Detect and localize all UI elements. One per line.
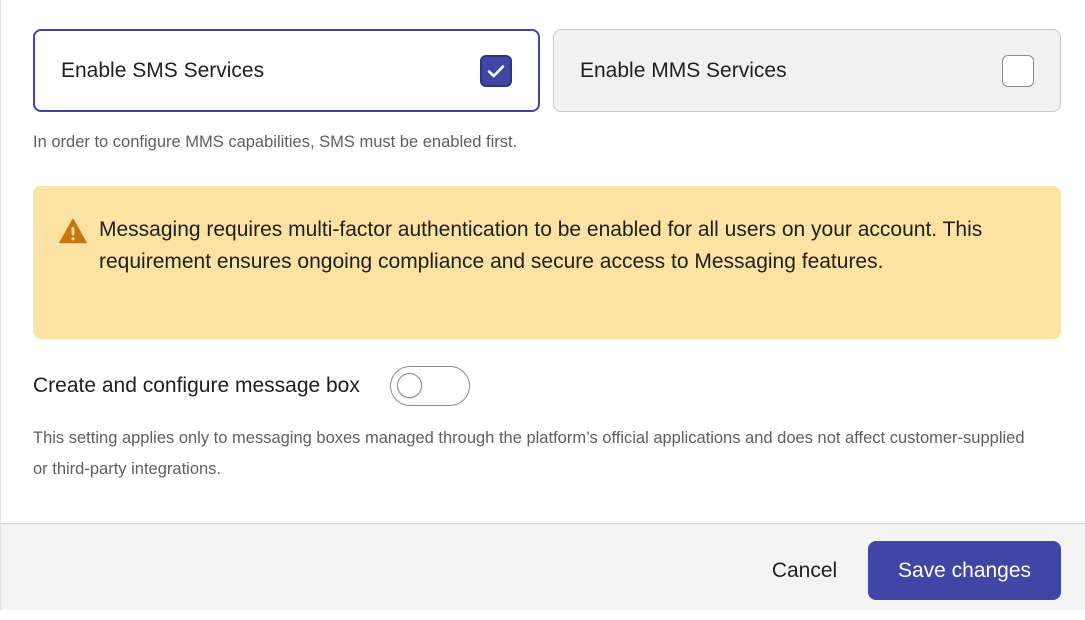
mms-option-card[interactable]: Enable MMS Services <box>553 29 1061 112</box>
message-box-toggle[interactable] <box>389 366 470 406</box>
save-changes-button[interactable]: Save changes <box>868 541 1061 600</box>
toggle-knob <box>396 373 422 398</box>
mms-hint-text: In order to configure MMS capabilities, … <box>33 133 518 151</box>
sms-option-card[interactable]: Enable SMS Services <box>33 29 540 112</box>
checkmark-icon <box>487 64 505 77</box>
mms-option-label: Enable MMS Services <box>580 58 787 82</box>
sms-checkbox[interactable] <box>480 54 512 87</box>
mms-checkbox[interactable] <box>1002 54 1034 87</box>
message-box-label: Create and configure message box <box>33 374 360 397</box>
sms-option-label: Enable SMS Services <box>61 58 265 82</box>
warning-triangle-icon <box>59 218 87 244</box>
message-box-description: This setting applies only to messaging b… <box>33 429 1025 478</box>
warning-text: Messaging requires multi-factor authenti… <box>99 218 983 273</box>
mfa-warning-banner: Messaging requires multi-factor authenti… <box>33 186 1061 339</box>
messaging-settings-dialog: Enable SMS Services Enable MMS Services … <box>0 0 1085 610</box>
dialog-footer: Cancel Save changes <box>1 523 1085 610</box>
message-box-setting: Create and configure message box <box>33 366 470 406</box>
cancel-button[interactable]: Cancel <box>747 542 862 600</box>
